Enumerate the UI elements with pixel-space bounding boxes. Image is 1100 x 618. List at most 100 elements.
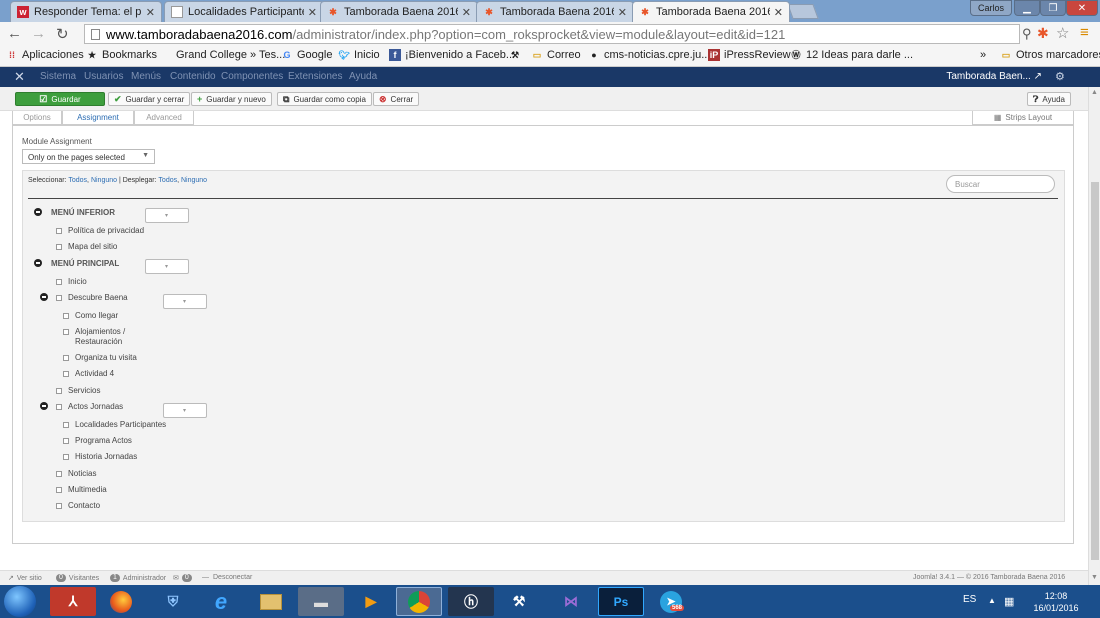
close-icon[interactable]: ✕ (462, 6, 471, 19)
menu-ayuda[interactable]: Ayuda (349, 71, 377, 82)
window-close-button[interactable]: ✕ (1066, 0, 1098, 16)
language-indicator[interactable]: ES (963, 594, 976, 605)
bookmark-ipressreview[interactable]: iP iPressReview (708, 49, 791, 61)
collapse-icon[interactable] (34, 208, 42, 216)
actos-dropdown[interactable] (163, 403, 207, 418)
menu-icon[interactable]: ≡ (1080, 24, 1089, 41)
tree-item-servicios[interactable]: Servicios (56, 386, 100, 396)
search-input[interactable]: Buscar (946, 175, 1055, 193)
explorer-icon[interactable] (248, 587, 294, 616)
select-none-link[interactable]: Ninguno (91, 177, 117, 184)
url-bar[interactable]: www.tamboradabaena2016.com/administrator… (84, 24, 1020, 44)
expand-none-link[interactable]: Ninguno (181, 177, 207, 184)
checkbox[interactable] (56, 244, 62, 250)
browser-tab-3[interactable]: ✱ Tamborada Baena 2016 - J ✕ (320, 1, 478, 22)
menu-principal-dropdown[interactable] (145, 259, 189, 274)
checkbox[interactable] (63, 329, 69, 335)
checkbox[interactable] (63, 438, 69, 444)
media-player-icon[interactable]: ▶ (348, 587, 394, 616)
browser-tab-2[interactable]: Localidades Participantes ✕ (164, 1, 324, 22)
close-icon[interactable]: ✕ (618, 6, 627, 19)
select-all-link[interactable]: Todos (68, 177, 87, 184)
bookmark-inicio[interactable]: 🐦︎ Inicio (338, 49, 379, 61)
joomla-extension-icon[interactable]: ✱ (1037, 25, 1049, 42)
tree-item-organiza[interactable]: Organiza tu visita (63, 353, 137, 363)
checkbox[interactable] (56, 279, 62, 285)
bookmark-grand-college[interactable]: Grand College » Tes... (176, 49, 285, 61)
tree-item-mapa[interactable]: Mapa del sitio (56, 242, 117, 252)
forward-icon[interactable]: → (31, 25, 46, 42)
tray-arrow-icon[interactable]: ▲ (988, 596, 996, 605)
ie-icon[interactable]: e (198, 587, 244, 616)
scroll-down-icon[interactable]: ▼ (1091, 574, 1098, 581)
checkbox[interactable] (56, 388, 62, 394)
tree-item-actos[interactable]: Actos Jornadas (56, 402, 123, 412)
site-name-link[interactable]: Tamborada Baen... ↗ (946, 71, 1042, 82)
hp-icon[interactable]: ⓗ (448, 587, 494, 616)
start-button[interactable] (4, 586, 36, 617)
star-icon[interactable]: ☆ (1056, 24, 1069, 42)
bookmark-google[interactable]: G Google (281, 49, 332, 61)
view-site-link[interactable]: ↗ Ver sitio (8, 574, 42, 583)
firefox-icon[interactable] (98, 587, 144, 616)
new-tab-button[interactable] (787, 4, 819, 19)
maximize-button[interactable]: ❐ (1040, 0, 1066, 16)
collapse-icon[interactable] (34, 259, 42, 267)
joomla-logo-icon[interactable]: ✕ (14, 69, 25, 85)
acrobat-icon[interactable]: ⅄ (50, 587, 96, 616)
close-icon[interactable]: ✕ (308, 6, 317, 19)
bookmark-12-ideas[interactable]: Ⓦ 12 Ideas para darle ... (790, 49, 913, 61)
bookmark-other[interactable]: ▭ Otros marcadores (1000, 49, 1100, 61)
tree-item-historia[interactable]: Historia Jornadas (63, 452, 137, 462)
tree-item-multimedia[interactable]: Multimedia (56, 485, 107, 495)
bookmark-apps[interactable]: ⁞⁞ Aplicaciones (6, 49, 84, 61)
telegram-icon[interactable]: ➤ 568 (648, 587, 694, 616)
collapse-icon[interactable] (40, 402, 48, 410)
checkbox[interactable] (56, 487, 62, 493)
messages-status[interactable]: ✉ 0 (173, 574, 195, 582)
tree-item-programa[interactable]: Programa Actos (63, 436, 132, 446)
bookmarks-more[interactable]: » (980, 49, 986, 61)
menu-usuarios[interactable]: Usuarios (84, 71, 123, 82)
menu-inferior-dropdown[interactable] (145, 208, 189, 223)
save-close-button[interactable]: ✔ Guardar y cerrar (108, 92, 191, 106)
menu-componentes[interactable]: Componentes (221, 71, 283, 82)
reload-icon[interactable]: ↻ (56, 25, 69, 43)
expand-all-link[interactable]: Todos (158, 177, 177, 184)
tree-item-inicio[interactable]: Inicio (56, 277, 87, 287)
help-button[interactable]: ❓︎ Ayuda (1027, 92, 1071, 106)
bookmark-correo[interactable]: ▭ Correo (531, 49, 581, 61)
tree-item-politica[interactable]: Política de privacidad (56, 226, 144, 236)
close-icon[interactable]: ✕ (146, 6, 155, 19)
photoshop-icon[interactable]: Ps (598, 587, 644, 616)
checkbox[interactable] (63, 422, 69, 428)
back-icon[interactable]: ← (7, 25, 22, 42)
browser-tab-4[interactable]: ✱ Tamborada Baena 2016 - J ✕ (476, 1, 634, 22)
tab-assignment[interactable]: Assignment (62, 111, 134, 125)
bookmark-facebook[interactable]: f ¡Bienvenido a Faceb... (389, 49, 515, 61)
checkbox[interactable] (56, 295, 62, 301)
tree-item-descubre[interactable]: Descubre Baena (56, 293, 128, 303)
tree-item-alojamientos[interactable]: Alojamientos / (63, 327, 125, 337)
tree-item-contacto[interactable]: Contacto (56, 501, 100, 511)
minimize-button[interactable]: ▁ (1014, 0, 1040, 16)
taskbar-clock[interactable]: 12:08 16/01/2016 (1028, 590, 1084, 614)
scrollbar-thumb[interactable] (1091, 182, 1099, 560)
browser-tab-1[interactable]: w Responder Tema: el probl ✕ (10, 1, 162, 22)
checkbox[interactable] (56, 228, 62, 234)
menu-contenido[interactable]: Contenido (170, 71, 216, 82)
vertical-scrollbar[interactable]: ▲ ▼ (1088, 87, 1100, 585)
network-icon[interactable]: ▦ (1004, 595, 1014, 608)
bookmark-cms-noticias[interactable]: ● cms-noticias.cpre.ju... (588, 49, 710, 61)
checkbox[interactable] (63, 355, 69, 361)
browser-tab-active[interactable]: ✱ Tamborada Baena 2016 - J ✕ (632, 1, 790, 22)
tree-item-localidades[interactable]: Localidades Participantes (63, 420, 166, 430)
collapse-icon[interactable] (40, 293, 48, 301)
tools-icon[interactable]: ⚒ (496, 587, 542, 616)
chrome-icon[interactable] (396, 587, 442, 616)
menu-sistema[interactable]: Sistema (40, 71, 76, 82)
checkbox[interactable] (63, 313, 69, 319)
checkbox[interactable] (56, 471, 62, 477)
tree-item-noticias[interactable]: Noticias (56, 469, 96, 479)
logout-link[interactable]: — Desconectar (202, 574, 252, 581)
